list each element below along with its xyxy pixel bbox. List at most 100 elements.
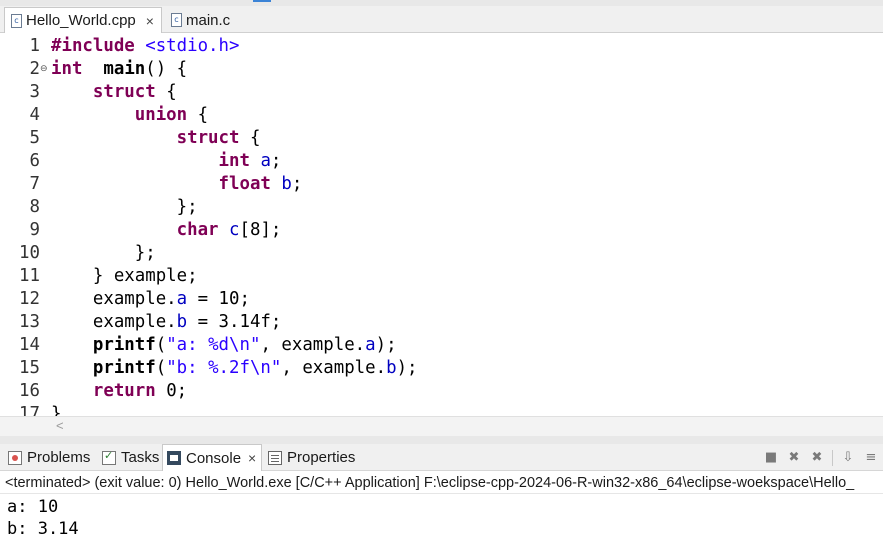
code-token: <stdio.h> xyxy=(145,36,240,56)
source-text: example.b = 3.14f; xyxy=(51,311,281,334)
code-token: float xyxy=(218,174,271,194)
remove-all-terminated-icon[interactable]: ✖ xyxy=(809,450,825,465)
code-token: example. xyxy=(51,289,177,309)
scroll-lock-icon[interactable]: ⇩ xyxy=(840,450,856,465)
code-token: printf xyxy=(92,335,156,355)
remove-launch-icon[interactable]: ✖ xyxy=(786,450,802,465)
source-text: int main() { xyxy=(51,58,187,81)
divider xyxy=(0,493,883,494)
code-token: struct xyxy=(92,82,156,102)
horizontal-scrollbar[interactable]: < xyxy=(0,416,883,436)
code-line[interactable]: 10 }; xyxy=(0,242,883,265)
code-token: #include xyxy=(51,36,146,56)
tab-main-c[interactable]: c main.c xyxy=(166,7,256,33)
code-line[interactable]: 9 char c[8]; xyxy=(0,219,883,242)
line-number: 7 xyxy=(29,174,40,194)
fold-toggle-icon[interactable]: ⊖ xyxy=(40,58,48,81)
code-line[interactable]: 12 example.a = 10; xyxy=(0,288,883,311)
c-source-file-icon: c xyxy=(171,13,182,27)
line-number: 14 xyxy=(19,335,40,355)
code-token: struct xyxy=(176,128,240,148)
line-number: 10 xyxy=(19,243,40,263)
console-toolbar: ■ ✖ ✖ ⇩ ≡ xyxy=(763,444,883,471)
code-line[interactable]: 1 #include <stdio.h> xyxy=(0,35,883,58)
code-token: , example. xyxy=(260,335,366,355)
code-token: , example. xyxy=(281,358,387,378)
code-token: int xyxy=(51,59,83,79)
code-token: "b: %.2f\n" xyxy=(166,358,282,378)
code-editor[interactable]: 1 #include <stdio.h> 2 ⊖ int main() {3 struc… xyxy=(0,33,883,416)
source-text: int a; xyxy=(51,150,282,173)
code-token: a xyxy=(176,289,188,309)
line-number: 6 xyxy=(29,151,40,171)
console-status: <terminated> (exit value: 0) Hello_World… xyxy=(5,475,855,491)
code-token: a xyxy=(260,151,271,171)
code-token: } example; xyxy=(51,266,198,286)
code-token: b xyxy=(281,174,292,194)
console-icon xyxy=(167,451,181,465)
c-source-file-icon: c xyxy=(11,13,22,28)
code-line[interactable]: 2 ⊖ int main() { xyxy=(0,58,883,81)
source-text: struct { xyxy=(51,81,177,104)
code-line[interactable]: 8 }; xyxy=(0,196,883,219)
source-text: union { xyxy=(51,104,208,127)
console-output-line: a: 10 xyxy=(7,497,59,517)
source-text: example.a = 10; xyxy=(51,288,250,311)
code-line[interactable]: 7 float b; xyxy=(0,173,883,196)
code-line[interactable]: 5 struct { xyxy=(0,127,883,150)
tab-properties[interactable]: Properties xyxy=(264,444,364,471)
code-token: { xyxy=(187,105,209,125)
code-line[interactable]: 13 example.b = 3.14f; xyxy=(0,311,883,334)
console-view[interactable]: <terminated> (exit value: 0) Hello_World… xyxy=(0,471,883,557)
close-icon[interactable]: × xyxy=(248,450,256,466)
tab-label: Console xyxy=(186,449,242,467)
line-number: 11 xyxy=(19,266,40,286)
code-line[interactable]: 16 return 0; xyxy=(0,380,883,403)
line-number: 1 xyxy=(29,36,40,56)
active-indicator xyxy=(253,0,271,2)
views-tab-bar: Problems Tasks Console × Properties xyxy=(0,444,883,471)
code-line[interactable]: 6 int a; xyxy=(0,150,883,173)
code-token: } xyxy=(51,404,62,416)
code-token: example. xyxy=(51,312,177,332)
editor-tab-bar: c Hello_World.cpp × c main.c xyxy=(0,0,883,33)
code-token: int xyxy=(218,151,250,171)
tab-tasks[interactable]: Tasks xyxy=(98,444,160,471)
code-token: () { xyxy=(145,59,188,79)
code-token: }; xyxy=(51,243,156,263)
code-line[interactable]: 14 printf("a: %d\n", example.a); xyxy=(0,334,883,357)
word-wrap-icon[interactable]: ≡ xyxy=(863,450,879,465)
pane-divider[interactable] xyxy=(0,436,883,444)
tab-label: Problems xyxy=(27,449,91,466)
code-token: = 10; xyxy=(187,289,250,309)
code-line[interactable]: 17} xyxy=(0,403,883,416)
tab-problems[interactable]: Problems xyxy=(4,444,96,471)
code-line[interactable]: 11 } example; xyxy=(0,265,883,288)
line-number: 16 xyxy=(19,381,40,401)
code-token: ); xyxy=(375,335,397,355)
tab-console[interactable]: Console × xyxy=(162,444,262,471)
code-line[interactable]: 4 union { xyxy=(0,104,883,127)
terminate-icon[interactable]: ■ xyxy=(763,450,779,465)
close-icon[interactable]: × xyxy=(146,13,154,29)
source-text: } example; xyxy=(51,265,198,288)
code-line[interactable]: 3 struct { xyxy=(0,81,883,104)
tab-label: Hello_World.cpp xyxy=(26,12,136,29)
code-token: c xyxy=(229,220,240,240)
code-token: ( xyxy=(155,358,167,378)
tab-hello-world-cpp[interactable]: c Hello_World.cpp × xyxy=(4,7,162,33)
code-token: a xyxy=(365,335,376,355)
tab-label: main.c xyxy=(186,11,231,29)
code-line[interactable]: 15 printf("b: %.2f\n", example.b); xyxy=(0,357,883,380)
source-text: return 0; xyxy=(51,380,187,403)
code-token: "a: %d\n" xyxy=(166,335,261,355)
code-token: return xyxy=(92,381,156,401)
scroll-left-arrow-icon[interactable]: < xyxy=(56,418,64,433)
line-number: 17 xyxy=(19,404,40,416)
source-text: printf("b: %.2f\n", example.b); xyxy=(51,357,418,380)
